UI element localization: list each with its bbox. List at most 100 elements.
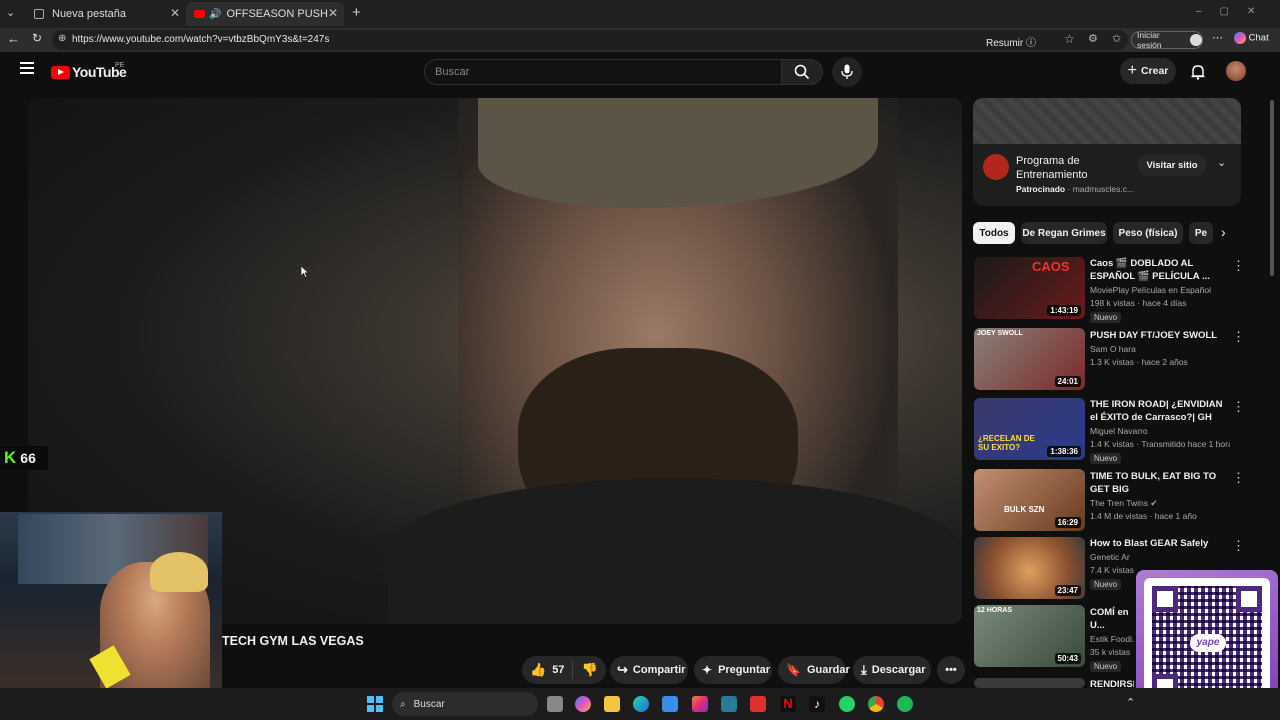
search-input[interactable]: Buscar [424,59,782,85]
like-button[interactable]: 👍 57 [522,661,574,679]
netflix-icon[interactable]: N [780,696,796,712]
video-title[interactable]: THE IRON ROAD| ¿ENVIDIAN el ÉXITO de Car… [1090,398,1226,424]
video-title[interactable]: PUSH DAY FT/JOEY SWOLL [1090,329,1226,342]
edge-icon[interactable] [633,696,649,712]
favorite-icon[interactable]: ☆ [1064,32,1075,46]
channel-name[interactable]: Genetic Anomaly [1090,551,1130,564]
video-title[interactable]: How to Blast GEAR Safely [1090,537,1226,550]
app-icon[interactable] [750,696,766,712]
video-thumbnail[interactable] [974,678,1085,688]
more-actions-button[interactable]: ••• [937,656,965,684]
new-badge: Nuevo [1090,453,1122,464]
video-title[interactable]: RENDIRSE... [1090,678,1134,688]
share-button[interactable]: ↪ Compartir [610,656,688,684]
qr-finder [1236,586,1262,612]
video-duration: 16:29 [1054,517,1081,528]
video-title[interactable]: COMÍ en U... DIFERENT... [1090,606,1134,632]
tab-new-tab[interactable]: Nueva pestaña ✕ [26,2,186,26]
save-button[interactable]: 🔖 Guardar [778,656,850,684]
search-button[interactable] [781,59,823,85]
kick-count: 66 [20,450,36,466]
speaker-icon[interactable]: 🔊 [209,9,221,20]
app-icon[interactable] [721,696,737,712]
ad-logo [983,154,1009,180]
youtube-play-icon [51,65,70,79]
search-icon: ⌕ [400,698,406,710]
channel-name[interactable]: The Tren Twins ✔ [1090,497,1230,510]
video-thumbnail[interactable]: ¿RECELAN DE SU EXITO? 1:38:36 [974,398,1085,460]
windows-start-icon[interactable] [367,696,383,712]
video-title[interactable]: Caos 🎬 DOBLADO AL ESPAÑOL 🎬 PELÍCULA ... [1090,257,1226,283]
more-vertical-icon[interactable]: ⋮ [1232,258,1245,274]
video-thumbnail[interactable]: 23:47 [974,537,1085,599]
channel-name[interactable]: Miguel Navarro [1090,425,1230,438]
more-vertical-icon[interactable]: ⋮ [1232,399,1245,415]
channel-name[interactable]: Estik Foodi... [1090,633,1134,646]
task-view-icon[interactable] [547,696,563,712]
window-controls[interactable]: –▢✕ [1196,6,1273,17]
close-icon[interactable]: ✕ [170,6,180,20]
chip-partial[interactable]: Pe [1189,222,1213,244]
signin-label: Iniciar sesión [1137,30,1162,50]
ad-title: Programa de Entrenamiento [1016,155,1088,181]
menu-icon[interactable] [20,62,34,74]
chrome-icon[interactable] [868,696,884,712]
spotify-icon[interactable] [897,696,913,712]
video-thumbnail[interactable]: 12 HORAS 50:43 [974,605,1085,667]
channel-label: The Tren Twins [1090,498,1148,508]
tab-youtube-video[interactable]: 🔊 OFFSEASON PUSH DAY AT NI ✕ [186,2,344,26]
taskbar-search[interactable]: ⌕ Buscar [392,692,538,716]
thumbnail-text: JOEY SWOLL [977,330,1023,337]
create-button[interactable]: + Crear [1120,58,1176,84]
page-scrollbar[interactable] [1270,100,1274,276]
bookmark-icon: 🔖 [786,663,801,677]
like-dislike-group: 👍 57 👎 [522,656,606,684]
chip-de-regan-grimes[interactable]: De Regan Grimes [1021,222,1107,244]
channel-name[interactable]: Sam O hara [1090,343,1230,356]
copilot-icon[interactable] [575,696,591,712]
signin-button[interactable]: Iniciar sesión [1131,30,1203,50]
thumbnail-text: ¿RECELAN DE SU EXITO? [978,434,1035,452]
chip-peso-fisica[interactable]: Peso (física) [1113,222,1183,244]
ask-button[interactable]: ✦ Preguntar [694,656,772,684]
extensions-icon[interactable]: ⚙ [1088,32,1098,45]
video-title[interactable]: TIME TO BULK, EAT BIG TO GET BIG [1090,470,1226,496]
more-vertical-icon[interactable]: ⋮ [1232,538,1245,554]
avatar[interactable] [1226,61,1246,81]
download-button[interactable]: ⤓ Descargar [853,656,931,684]
ad-card[interactable]: Programa de Entrenamiento Patrocinado · … [973,98,1241,206]
instagram-icon[interactable] [692,696,708,712]
whatsapp-icon[interactable] [839,696,855,712]
chevron-right-icon[interactable]: › [1221,224,1226,240]
chip-todos[interactable]: Todos [973,222,1015,244]
notifications-bell-icon[interactable] [1190,64,1206,80]
favorites-icon[interactable]: ✩ [1112,32,1121,45]
reload-icon[interactable]: ↻ [32,31,42,45]
new-tab-button[interactable]: + [352,4,361,21]
visit-site-button[interactable]: Visitar sitio [1137,154,1207,176]
tiktok-icon[interactable]: ♪ [809,696,825,712]
video-title: TECH GYM LAS VEGAS [222,634,364,648]
region-code: PE [115,62,125,69]
store-icon[interactable] [662,696,678,712]
more-vertical-icon[interactable]: ⋮ [1232,329,1245,345]
file-explorer-icon[interactable] [604,696,620,712]
close-icon[interactable]: ✕ [328,6,338,20]
resumir-button[interactable]: Resumir ⓘ [986,34,1036,49]
video-thumbnail[interactable]: CAOS 1:43:19 [974,257,1085,319]
chevron-down-icon[interactable]: ⌄ [1217,156,1226,169]
url-field[interactable]: ⊕ https://www.youtube.com/watch?v=vtbzBb… [52,30,1128,50]
voice-search-button[interactable] [832,57,862,87]
video-thumbnail[interactable]: JOEY SWOLL 24:01 [974,328,1085,390]
back-icon[interactable]: ← [7,31,20,46]
channel-name[interactable]: MoviePlay Películas en Español [1090,284,1230,297]
system-tray-chevron-icon[interactable]: ⌃ [1126,696,1135,709]
site-info-icon[interactable]: ⊕ [58,33,66,44]
video-duration: 1:43:19 [1047,305,1081,316]
video-thumbnail[interactable]: BULK SZN 16:29 [974,469,1085,531]
dislike-button[interactable]: 👎 [573,662,597,678]
more-vertical-icon[interactable]: ⋮ [1232,470,1245,486]
more-icon[interactable]: ⋯ [1212,31,1223,44]
tab-list-icon[interactable]: ⌄ [6,6,15,19]
copilot-chat-button[interactable]: Chat [1234,32,1269,44]
